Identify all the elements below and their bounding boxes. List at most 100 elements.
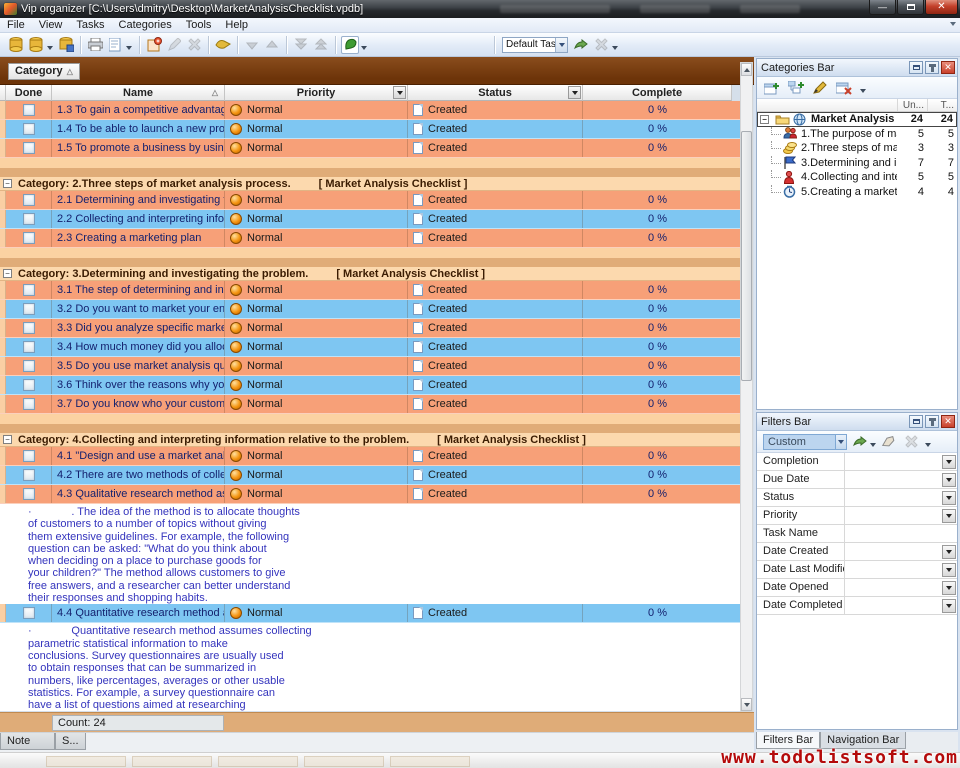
tab-note[interactable]: Note <box>0 733 55 750</box>
tree-item-root[interactable]: − Market Analysis Checklist 24 24 <box>757 112 957 127</box>
task-name[interactable]: 3.2 Do you want to market your entire <box>52 300 225 318</box>
task-note[interactable]: · Quantitative research method assumes c… <box>0 623 740 711</box>
new-subcategory-icon[interactable] <box>787 80 805 96</box>
task-name[interactable]: 4.3 Qualitative research method assumes … <box>52 485 225 503</box>
column-header-status[interactable]: Status <box>408 85 583 101</box>
task-checkbox[interactable] <box>23 123 35 135</box>
delete-filter-icon[interactable] <box>904 434 918 450</box>
task-name[interactable]: 2.3 Creating a marketing plan <box>52 229 225 247</box>
filter-dropdown-icon[interactable] <box>942 491 956 505</box>
task-row[interactable]: 3.1 The step of determining and investig… <box>0 281 740 300</box>
menu-file[interactable]: File <box>0 18 32 33</box>
save-database-icon[interactable] <box>57 36 75 54</box>
task-row[interactable]: 4.2 There are two methods of collecting … <box>0 466 740 485</box>
menu-overflow-icon[interactable] <box>950 22 956 26</box>
tree-item-category[interactable]: 1.The purpose of market a 5 5 <box>757 127 957 142</box>
task-checkbox[interactable] <box>23 450 35 462</box>
task-checkbox[interactable] <box>23 142 35 154</box>
category-group-header[interactable]: − Category: 2.Three steps of market anal… <box>0 177 740 191</box>
maximize-button[interactable] <box>897 0 924 15</box>
task-checkbox[interactable] <box>23 194 35 206</box>
filter-value[interactable] <box>845 597 957 614</box>
filter-value[interactable] <box>845 525 957 542</box>
task-name[interactable]: 3.1 The step of determining and investig… <box>52 281 225 299</box>
menu-tools[interactable]: Tools <box>179 18 219 33</box>
column-header-done[interactable]: Done <box>6 85 52 101</box>
task-name[interactable]: 1.5 To promote a business by using the m… <box>52 139 225 157</box>
menu-categories[interactable]: Categories <box>112 18 179 33</box>
new-category-icon[interactable] <box>763 80 781 96</box>
task-checkbox[interactable] <box>23 213 35 225</box>
menu-tasks[interactable]: Tasks <box>69 18 111 33</box>
task-checkbox[interactable] <box>23 379 35 391</box>
new-task-icon[interactable] <box>145 36 163 54</box>
filter-dropdown-icon[interactable] <box>942 581 956 595</box>
apply-filter-icon[interactable] <box>851 434 869 450</box>
task-name[interactable]: 4.4 Quantitative research method assumes… <box>52 604 225 622</box>
scroll-up-icon[interactable] <box>741 63 752 76</box>
clear-view-icon[interactable] <box>592 36 610 54</box>
filter-dropdown-icon[interactable] <box>942 455 956 469</box>
task-name[interactable]: 1.4 To be able to launch a new product/s… <box>52 120 225 138</box>
task-checkbox[interactable] <box>23 303 35 315</box>
tab-s[interactable]: S... <box>55 733 86 750</box>
filter-value[interactable] <box>845 489 957 506</box>
filter-dropdown-icon[interactable] <box>942 473 956 487</box>
categories-toolbar-overflow-icon[interactable] <box>860 89 866 93</box>
status-filter-dropdown-icon[interactable] <box>568 86 581 99</box>
task-name[interactable]: 4.2 There are two methods of collecting … <box>52 466 225 484</box>
print-icon[interactable] <box>86 36 104 54</box>
scroll-down-icon[interactable] <box>741 698 752 711</box>
task-checkbox[interactable] <box>23 284 35 296</box>
move-to-bottom-icon[interactable] <box>292 36 310 54</box>
task-note[interactable]: · . The idea of the method is to allocat… <box>0 504 740 604</box>
filters-toolbar-overflow-icon[interactable] <box>925 443 931 447</box>
menu-view[interactable]: View <box>32 18 70 33</box>
filter-value[interactable] <box>845 561 957 578</box>
task-view-icon[interactable] <box>341 36 359 54</box>
panel-restore-button[interactable] <box>909 61 923 74</box>
menu-help[interactable]: Help <box>218 18 255 33</box>
filter-dropdown-icon[interactable] <box>942 509 956 523</box>
column-total[interactable]: T... <box>927 99 957 111</box>
task-view-combo[interactable]: Default Task V <box>502 37 568 53</box>
priority-filter-dropdown-icon[interactable] <box>393 86 406 99</box>
task-checkbox[interactable] <box>23 469 35 481</box>
task-name[interactable]: 1.3 To gain a competitive advantage <box>52 101 225 119</box>
filter-value[interactable] <box>845 453 957 470</box>
task-row[interactable]: 1.3 To gain a competitive advantage Norm… <box>0 101 740 120</box>
task-checkbox[interactable] <box>23 488 35 500</box>
task-row[interactable]: 1.5 To promote a business by using the m… <box>0 139 740 158</box>
move-to-top-icon[interactable] <box>312 36 330 54</box>
collapse-group-icon[interactable]: − <box>3 269 12 278</box>
tree-item-category[interactable]: 3.Determining and investig 7 7 <box>757 156 957 171</box>
combo-dropdown-icon[interactable] <box>555 38 567 52</box>
task-row[interactable]: 3.6 Think over the reasons why your cust… <box>0 376 740 395</box>
edit-task-icon[interactable] <box>165 36 183 54</box>
category-group-header[interactable]: − Category: 3.Determining and investigat… <box>0 267 740 281</box>
combo-dropdown-icon[interactable] <box>835 435 846 449</box>
panel-restore-button[interactable] <box>909 415 923 428</box>
task-name[interactable]: 2.1 Determining and investigating the pr… <box>52 191 225 209</box>
tree-item-category[interactable]: 4.Collecting and interpreti 5 5 <box>757 170 957 185</box>
task-row[interactable]: 1.4 To be able to launch a new product/s… <box>0 120 740 139</box>
collapse-group-icon[interactable]: − <box>3 435 12 444</box>
task-row[interactable]: 4.3 Qualitative research method assumes … <box>0 485 740 504</box>
task-row[interactable]: 2.2 Collecting and interpreting informat… <box>0 210 740 229</box>
new-database-icon[interactable] <box>7 36 25 54</box>
task-row[interactable]: 3.3 Did you analyze specific marketing s… <box>0 319 740 338</box>
filter-preset-combo[interactable]: Custom <box>763 434 847 450</box>
print-preview-icon[interactable] <box>106 36 124 54</box>
task-row[interactable]: 3.4 How much money did you allocate to t… <box>0 338 740 357</box>
toolbar-overflow-icon[interactable] <box>612 46 618 50</box>
filter-dropdown-icon[interactable] <box>942 599 956 613</box>
filter-dropdown-icon[interactable] <box>942 545 956 559</box>
task-name[interactable]: 3.3 Did you analyze specific marketing s… <box>52 319 225 337</box>
category-group-header[interactable]: − Category: 4.Collecting and interpretin… <box>0 433 740 447</box>
column-header-priority[interactable]: Priority <box>225 85 408 101</box>
print-preview-dropdown-icon[interactable] <box>126 46 132 50</box>
task-row[interactable]: 3.2 Do you want to market your entire No… <box>0 300 740 319</box>
task-checkbox[interactable] <box>23 232 35 244</box>
task-checkbox[interactable] <box>23 607 35 619</box>
clear-filter-icon[interactable] <box>879 434 897 450</box>
